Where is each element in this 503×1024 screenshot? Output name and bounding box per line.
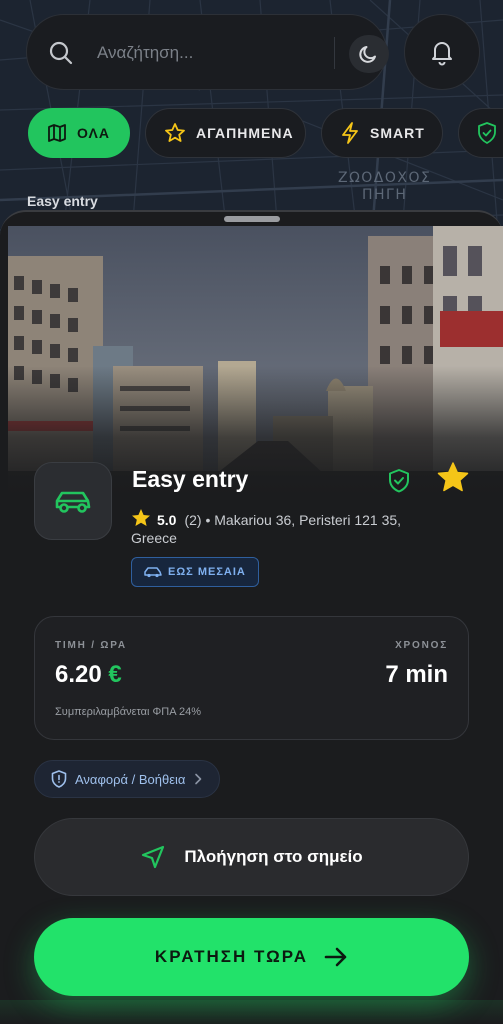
price-card: ΤΙΜΗ / ΩΡΑ ΧΡΟΝΟΣ 6.20 € 7 min Συμπεριλα… [34, 616, 469, 740]
car-icon [55, 491, 91, 513]
theme-toggle-button[interactable] [349, 35, 389, 73]
navigate-button[interactable]: Πλοήγηση στο σημείο [34, 818, 469, 896]
favorite-star-icon[interactable] [436, 461, 470, 495]
search-bar [26, 14, 389, 90]
filter-chip-label: ΑΓΑΠΗΜΕΝΑ [196, 125, 294, 141]
chevron-right-icon [195, 773, 202, 785]
filter-chip-verified[interactable] [458, 108, 503, 158]
notifications-button[interactable] [404, 14, 480, 90]
time-value: 7 min [385, 661, 448, 688]
vehicle-size-label: ΕΩΣ ΜΕΣΑΙΑ [168, 566, 246, 578]
filter-chip-favorites[interactable]: ΑΓΑΠΗΜΕΝΑ [145, 108, 306, 158]
time-label: ΧΡΟΝΟΣ [395, 640, 448, 651]
map-district-label: ΖΩΟΔΟΧΟΣ ΠΗΓΗ [338, 170, 432, 203]
price-value-group: 6.20 € [55, 661, 122, 689]
navigation-arrow-icon [142, 845, 165, 869]
price-value: 6.20 [55, 661, 102, 688]
navigate-label: Πλοήγηση στο σημείο [184, 847, 363, 866]
search-input[interactable] [97, 37, 312, 69]
spot-photo [8, 226, 503, 496]
moon-icon [359, 46, 376, 63]
map-pin-label[interactable]: Easy entry [27, 193, 98, 209]
search-icon [49, 41, 73, 65]
arrow-right-icon [324, 947, 347, 967]
sheet-drag-handle[interactable] [224, 216, 280, 222]
bell-icon [432, 42, 452, 66]
book-now-button[interactable]: ΚΡΑΤΗΣΗ ΤΩΡΑ [34, 918, 469, 996]
filter-chip-label: ΟΛΑ [77, 125, 110, 141]
report-help-button[interactable]: Αναφορά / Βοήθεια [34, 760, 221, 798]
price-label: ΤΙΜΗ / ΩΡΑ [55, 640, 127, 651]
vehicle-size-badge: ΕΩΣ ΜΕΣΑΙΑ [131, 557, 259, 587]
currency-symbol: € [108, 661, 122, 688]
rating-star-icon [132, 509, 150, 526]
vat-note: Συμπεριλαμβάνεται ΦΠΑ 24% [55, 706, 202, 718]
vehicle-type-tile [34, 462, 112, 540]
rating-and-address: 5.0 (2) • Makariou 36, Peristeri 121 35, … [131, 508, 421, 547]
verified-shield-icon [389, 469, 409, 493]
filter-chip-smart[interactable]: SMART [321, 108, 443, 158]
search-divider [334, 37, 335, 69]
spot-title: Easy entry [132, 466, 249, 492]
filter-chip-label: SMART [370, 125, 425, 141]
lightning-icon [342, 122, 358, 144]
bottom-glow [0, 1000, 503, 1024]
report-help-label: Αναφορά / Βοήθεια [75, 771, 186, 787]
small-car-icon [144, 567, 162, 578]
filter-chips: ΟΛΑ ΑΓΑΠΗΜΕΝΑ SMART [28, 108, 503, 160]
filter-chip-all[interactable]: ΟΛΑ [28, 108, 130, 158]
rating-value: 5.0 [157, 512, 177, 528]
book-now-label: ΚΡΑΤΗΣΗ ΤΩΡΑ [154, 947, 309, 966]
shield-alert-icon [51, 770, 67, 788]
shield-check-icon [478, 122, 496, 144]
star-outline-icon [165, 123, 185, 142]
map-icon [48, 124, 66, 142]
